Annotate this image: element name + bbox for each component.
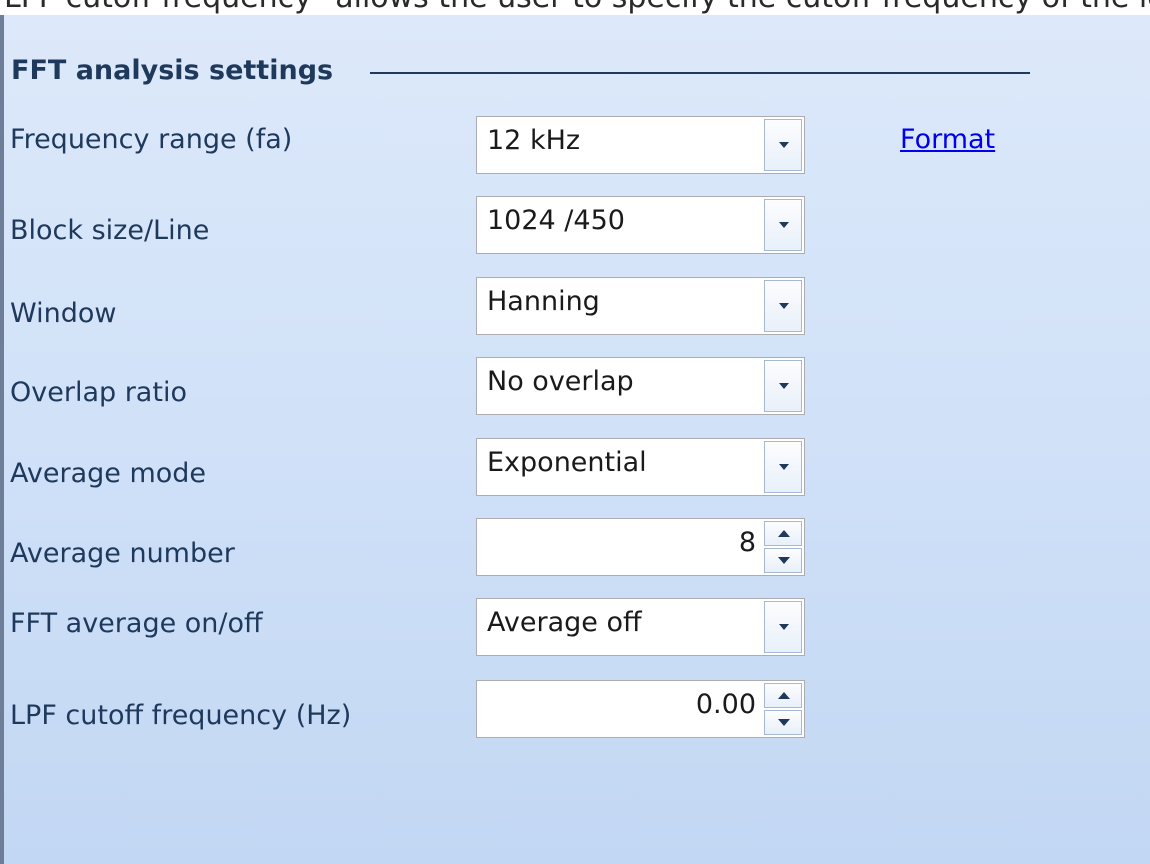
arrow-up-icon (778, 692, 790, 699)
lpf-cutoff-spin-buttons (764, 683, 802, 735)
lpf-cutoff-label: LPF cutoff frequency (Hz) (10, 700, 352, 731)
average-mode-dropdown-button[interactable] (764, 441, 802, 493)
frequency-range-dropdown-button[interactable] (764, 119, 802, 171)
window-label: Window (10, 298, 117, 329)
fft-average-dropdown-button[interactable] (764, 601, 802, 653)
average-number-spinbox[interactable]: 8 (476, 518, 805, 576)
group-title: FFT analysis settings (11, 55, 334, 86)
frequency-range-label: Frequency range (fa) (10, 124, 293, 155)
fft-average-combo[interactable]: Average off (476, 598, 805, 656)
arrow-down-icon (778, 719, 790, 726)
arrow-up-icon (778, 530, 790, 537)
lpf-cutoff-decrement-button[interactable] (764, 710, 802, 735)
block-size-combo[interactable]: 1024 /450 (476, 196, 805, 254)
average-mode-label: Average mode (10, 458, 207, 489)
group-divider (370, 72, 1030, 74)
block-size-dropdown-button[interactable] (764, 199, 802, 251)
block-size-value: 1024 /450 (487, 205, 625, 236)
chevron-down-icon (779, 303, 789, 309)
lpf-cutoff-increment-button[interactable] (764, 683, 802, 708)
chevron-down-icon (779, 464, 789, 470)
window-dropdown-button[interactable] (764, 280, 802, 332)
window-value: Hanning (487, 286, 600, 317)
lpf-cutoff-value: 0.00 (695, 689, 756, 720)
frequency-range-value: 12 kHz (487, 125, 581, 156)
frequency-range-combo[interactable]: 12 kHz (476, 116, 805, 174)
chevron-down-icon (779, 142, 789, 148)
average-number-spin-buttons (764, 521, 802, 573)
average-number-value: 8 (738, 527, 756, 558)
lpf-cutoff-spinbox[interactable]: 0.00 (476, 680, 805, 738)
chevron-down-icon (779, 383, 789, 389)
chevron-down-icon (779, 222, 789, 228)
top-caption-strip: LPF cutoff frequency" allows the user to… (0, 0, 1150, 15)
average-number-increment-button[interactable] (764, 521, 802, 546)
arrow-down-icon (778, 557, 790, 564)
overlap-ratio-value: No overlap (487, 366, 634, 397)
chevron-down-icon (779, 624, 789, 630)
overlap-ratio-dropdown-button[interactable] (764, 360, 802, 412)
window-combo[interactable]: Hanning (476, 277, 805, 335)
fft-average-label: FFT average on/off (10, 608, 263, 639)
overlap-ratio-label: Overlap ratio (10, 377, 187, 408)
format-link[interactable]: Format (900, 124, 995, 155)
top-caption-text: LPF cutoff frequency" allows the user to… (4, 0, 1150, 15)
average-number-label: Average number (10, 538, 235, 569)
fft-average-value: Average off (487, 607, 642, 638)
average-mode-combo[interactable]: Exponential (476, 438, 805, 496)
overlap-ratio-combo[interactable]: No overlap (476, 357, 805, 415)
panel-left-border (0, 15, 4, 864)
average-mode-value: Exponential (487, 447, 647, 478)
block-size-label: Block size/Line (10, 215, 210, 246)
average-number-decrement-button[interactable] (764, 548, 802, 573)
